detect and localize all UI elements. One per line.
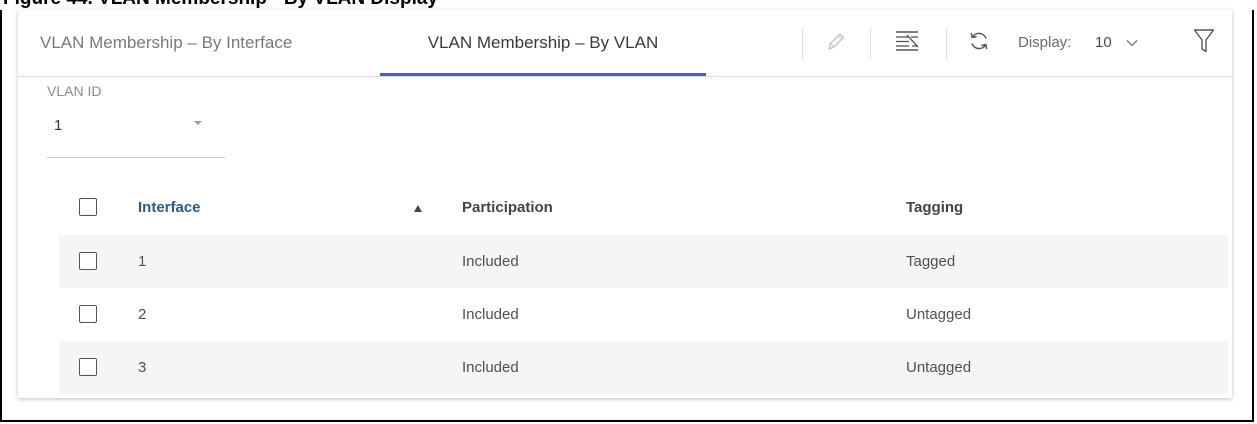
caret-down-icon [194, 121, 202, 125]
table-row[interactable]: 3 Included Untagged [59, 341, 1228, 394]
refresh-icon [967, 29, 991, 58]
column-header-interface[interactable]: Interface [138, 181, 201, 234]
toolbar-separator [802, 28, 803, 58]
vlan-id-select[interactable]: 1 [47, 113, 225, 158]
column-header-participation: Participation [462, 199, 553, 216]
filter-icon [1193, 28, 1215, 59]
toolbar-separator [946, 28, 947, 58]
vlan-membership-panel: VLAN Membership – By Interface VLAN Memb… [18, 10, 1232, 398]
participation-cell: Included [462, 359, 519, 376]
table-row[interactable]: 2 Included Untagged [59, 288, 1228, 341]
display-label: Display: [1018, 34, 1072, 51]
figure-caption-text: Figure 44. VLAN Membership - By VLAN Dis… [3, 0, 438, 10]
display-count-select[interactable]: 10 [1095, 31, 1138, 55]
row-checkbox[interactable] [79, 358, 97, 376]
figure-frame: VLAN Membership – By Interface VLAN Memb… [0, 10, 1254, 422]
tagging-cell: Tagged [906, 253, 956, 270]
tagging-cell: Untagged [906, 306, 972, 323]
participation-cell: Included [462, 306, 519, 323]
refresh-button[interactable] [964, 30, 994, 56]
interface-cell: 2 [138, 306, 147, 323]
table-row[interactable]: 1 Included Tagged [59, 235, 1228, 288]
figure-caption: Figure 44. VLAN Membership - By VLAN Dis… [0, 0, 1257, 10]
interface-cell: 1 [138, 253, 147, 270]
tab-by-vlan[interactable]: VLAN Membership – By VLAN [380, 10, 706, 76]
row-checkbox[interactable] [79, 305, 97, 323]
toolbar-separator [870, 28, 871, 58]
tagging-cell: Untagged [906, 359, 972, 376]
column-toggle-icon [894, 29, 920, 58]
column-toggle-button[interactable] [892, 30, 922, 56]
table-header-row: Interface Participation Tagging [59, 181, 1228, 234]
row-checkbox[interactable] [79, 252, 97, 270]
edit-button[interactable] [820, 30, 850, 56]
tab-by-interface[interactable]: VLAN Membership – By Interface [40, 10, 360, 76]
vlan-id-value: 1 [54, 117, 63, 134]
tab-divider [18, 76, 1232, 77]
interface-cell: 3 [138, 359, 147, 376]
column-header-tagging: Tagging [906, 199, 964, 216]
vlan-id-label: VLAN ID [47, 83, 102, 99]
chevron-down-icon [1126, 39, 1138, 47]
display-count-value: 10 [1095, 34, 1112, 51]
select-all-checkbox[interactable] [79, 198, 97, 216]
participation-cell: Included [462, 253, 519, 270]
sort-ascending-icon[interactable] [414, 205, 422, 212]
pencil-icon [824, 29, 846, 58]
filter-button[interactable] [1190, 28, 1218, 59]
tab-by-vlan-label: VLAN Membership – By VLAN [427, 33, 659, 52]
tab-by-interface-label: VLAN Membership – By Interface [40, 33, 293, 52]
